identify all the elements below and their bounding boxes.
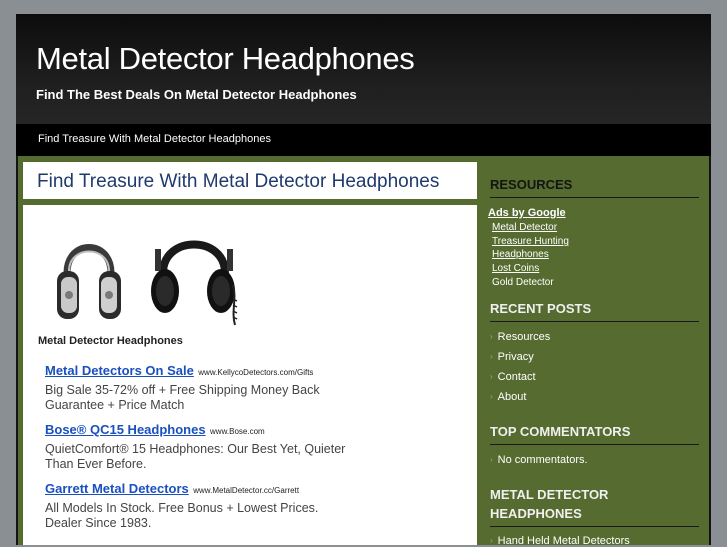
recent-post-label[interactable]: Contact: [498, 371, 536, 383]
ad-url[interactable]: www.MetalDetector.cc/Garrett: [193, 486, 299, 495]
bullet-icon: ›: [490, 372, 493, 381]
ads-by-google-link[interactable]: Ads by Google: [488, 207, 566, 219]
category-item-label[interactable]: Hand Held Metal Detectors: [498, 535, 630, 547]
bullet-icon: ›: [490, 536, 493, 545]
ad-link-headphones[interactable]: Headphones: [492, 249, 549, 260]
ad-link[interactable]: Metal Detectors On Sale: [45, 363, 194, 378]
resources-heading: RESOURCES: [490, 175, 699, 198]
bullet-icon: ›: [490, 352, 493, 361]
site-tagline: Find The Best Deals On Metal Detector He…: [36, 87, 357, 102]
bullet-icon: ›: [490, 392, 493, 401]
ad-text-gold-detector: Gold Detector: [492, 277, 554, 288]
ad-link-treasure-hunting[interactable]: Treasure Hunting: [492, 236, 569, 247]
category-heading: METAL DETECTOR HEADPHONES: [490, 485, 699, 527]
ad-unit: Bose® QC15 Headphones www.Bose.com Quiet…: [45, 421, 355, 472]
nav-bar: Find Treasure With Metal Detector Headph…: [16, 124, 711, 156]
ad-description: QuietComfort® 15 Headphones: Our Best Ye…: [45, 442, 346, 471]
bullet-icon: ›: [490, 332, 493, 341]
recent-post-item[interactable]: › About: [490, 391, 526, 403]
recent-post-item[interactable]: › Privacy: [490, 351, 534, 363]
bullet-icon: ›: [490, 455, 493, 464]
ad-url[interactable]: www.Bose.com: [210, 427, 265, 436]
nav-link-home[interactable]: Find Treasure With Metal Detector Headph…: [38, 133, 271, 145]
ad-link-metal-detector[interactable]: Metal Detector: [492, 222, 557, 233]
ad-description: All Models In Stock. Free Bonus + Lowest…: [45, 501, 319, 530]
ad-link[interactable]: Bose® QC15 Headphones: [45, 422, 206, 437]
content-area: Find Treasure With Metal Detector Headph…: [18, 156, 709, 547]
post-title[interactable]: Find Treasure With Metal Detector Headph…: [37, 171, 439, 193]
top-commentators-heading: TOP COMMENTATORS: [490, 422, 699, 445]
category-heading-line1: METAL DETECTOR: [490, 487, 609, 502]
post-body: Metal Detector Headphones Metal Detector…: [23, 205, 477, 545]
ad-unit: Garrett Metal Detectors www.MetalDetecto…: [45, 480, 355, 531]
ad-url[interactable]: www.KellycoDetectors.com/Gifts: [198, 368, 313, 377]
commentator-item: › No commentators.: [490, 454, 588, 466]
ad-link-lost-coins[interactable]: Lost Coins: [492, 263, 539, 274]
category-heading-line2: HEADPHONES: [490, 506, 582, 521]
recent-post-label[interactable]: Resources: [498, 331, 551, 343]
headphones-image: [57, 244, 121, 319]
commentator-label: No commentators.: [497, 454, 588, 466]
recent-post-label[interactable]: Privacy: [498, 351, 534, 363]
ad-link[interactable]: Garrett Metal Detectors: [45, 481, 189, 496]
page: Metal Detector Headphones Find The Best …: [16, 14, 711, 547]
headphones-image: [151, 240, 238, 326]
recent-post-label[interactable]: About: [498, 391, 527, 403]
recent-posts-heading: RECENT POSTS: [490, 299, 699, 322]
recent-post-item[interactable]: › Contact: [490, 371, 536, 383]
post-title-box: Find Treasure With Metal Detector Headph…: [23, 162, 477, 199]
ad-unit: Metal Detectors On Sale www.KellycoDetec…: [45, 362, 355, 413]
category-item[interactable]: › Hand Held Metal Detectors: [490, 535, 630, 547]
site-header: Metal Detector Headphones Find The Best …: [16, 14, 711, 124]
image-caption: Metal Detector Headphones: [38, 335, 183, 347]
sidebar: RESOURCES Ads by Google Metal Detector T…: [482, 156, 709, 547]
ad-description: Big Sale 35-72% off + Free Shipping Mone…: [45, 383, 320, 412]
site-title[interactable]: Metal Detector Headphones: [36, 41, 415, 77]
recent-post-item[interactable]: › Resources: [490, 331, 550, 343]
